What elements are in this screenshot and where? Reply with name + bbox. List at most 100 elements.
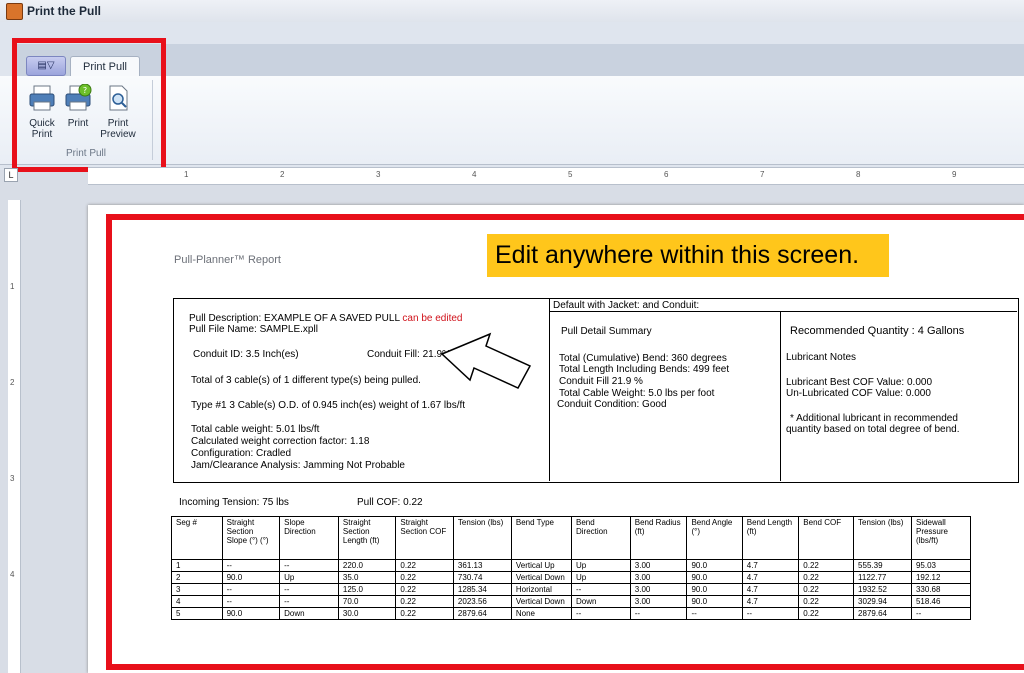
- table-cell[interactable]: 0.22: [798, 595, 855, 608]
- table-cell[interactable]: Down: [279, 607, 339, 620]
- table-cell[interactable]: --: [279, 583, 339, 596]
- table-cell[interactable]: 3.00: [629, 583, 688, 596]
- table-cell[interactable]: 2023.56: [452, 595, 512, 608]
- table-cell[interactable]: 90.0: [686, 571, 743, 584]
- unlubricated-cof[interactable]: Un-Lubricated COF Value: 0.000: [786, 388, 931, 399]
- table-cell[interactable]: 555.39: [853, 559, 912, 572]
- table-cell[interactable]: 0.22: [395, 583, 454, 596]
- table-cell[interactable]: 0.22: [798, 559, 855, 572]
- vertical-ruler[interactable]: 1 2 3 4: [8, 200, 21, 673]
- table-cell[interactable]: 0.22: [395, 595, 454, 608]
- table-cell[interactable]: Up: [279, 571, 339, 584]
- table-cell[interactable]: 70.0: [337, 595, 397, 608]
- horizontal-ruler[interactable]: 1 2 3 4 5 6 7 8 9: [88, 167, 1024, 185]
- table-row[interactable]: 3 -- -- 125.0 0.22 1285.34 Horizontal -- 3.00 90.…: [171, 583, 972, 596]
- table-cell[interactable]: --: [571, 583, 631, 596]
- table-cell[interactable]: Vertical Down: [510, 595, 573, 608]
- table-cell[interactable]: 35.0: [337, 571, 397, 584]
- table-cell[interactable]: 1: [171, 559, 223, 572]
- table-cell[interactable]: 192.12: [910, 571, 972, 584]
- jam-analysis[interactable]: Jam/Clearance Analysis: Jamming Not Prob…: [191, 460, 405, 471]
- table-row[interactable]: 5 90.0 Down 30.0 0.22 2879.64 None -- -- -- -- 0.22…: [171, 607, 972, 620]
- table-cell[interactable]: 3.00: [629, 559, 688, 572]
- detail-line[interactable]: Total Length Including Bends: 499 feet: [559, 364, 729, 375]
- table-cell[interactable]: 361.13: [452, 559, 512, 572]
- additional-note[interactable]: * Additional lubricant in recommended: [790, 413, 958, 424]
- table-cell[interactable]: --: [221, 583, 281, 596]
- table-cell[interactable]: 3029.94: [853, 595, 912, 608]
- default-header[interactable]: Default with Jacket: and Conduit:: [553, 300, 699, 311]
- table-cell[interactable]: --: [279, 559, 339, 572]
- table-cell[interactable]: 0.22: [395, 559, 454, 572]
- table-cell[interactable]: 90.0: [221, 607, 281, 620]
- table-cell[interactable]: 1932.52: [853, 583, 912, 596]
- table-cell[interactable]: 518.46: [910, 595, 972, 608]
- table-cell[interactable]: 2879.64: [452, 607, 512, 620]
- table-cell[interactable]: --: [221, 595, 281, 608]
- table-cell[interactable]: 4.7: [741, 595, 800, 608]
- table-cell[interactable]: --: [910, 607, 972, 620]
- table-cell[interactable]: 4.7: [741, 583, 800, 596]
- table-row[interactable]: 2 90.0 Up 35.0 0.22 730.74 Vertical Down Up 3.00…: [171, 571, 972, 584]
- table-cell[interactable]: 0.22: [798, 583, 855, 596]
- detail-line[interactable]: Total Cable Weight: 5.0 lbs per foot: [559, 388, 714, 399]
- ruler-tab-selector[interactable]: L: [4, 168, 18, 182]
- table-cell[interactable]: 0.22: [395, 607, 454, 620]
- table-cell[interactable]: 30.0: [337, 607, 397, 620]
- cable-type-1[interactable]: Type #1 3 Cable(s) O.D. of 0.945 inch(es…: [191, 400, 465, 411]
- table-cell[interactable]: 4.7: [741, 559, 800, 572]
- table-cell[interactable]: 2879.64: [853, 607, 912, 620]
- table-cell[interactable]: 5: [171, 607, 223, 620]
- table-cell[interactable]: 0.22: [798, 607, 855, 620]
- table-cell[interactable]: 90.0: [686, 559, 743, 572]
- table-row[interactable]: 4 -- -- 70.0 0.22 2023.56 Vertical Down Down 3.0…: [171, 595, 972, 608]
- table-cell[interactable]: Up: [571, 559, 631, 572]
- cables-being-pulled[interactable]: Total of 3 cable(s) of 1 different type(…: [191, 375, 421, 386]
- table-cell[interactable]: 1285.34: [452, 583, 512, 596]
- table-cell[interactable]: Up: [571, 571, 631, 584]
- table-cell[interactable]: --: [279, 595, 339, 608]
- pull-description[interactable]: Pull Description: EXAMPLE OF A SAVED PUL…: [189, 313, 462, 324]
- table-cell[interactable]: 90.0: [686, 583, 743, 596]
- table-cell[interactable]: Down: [571, 595, 631, 608]
- table-cell[interactable]: 4: [171, 595, 223, 608]
- incoming-tension[interactable]: Incoming Tension: 75 lbs: [179, 497, 289, 508]
- table-cell[interactable]: 90.0: [686, 595, 743, 608]
- total-cable-weight[interactable]: Total cable weight: 5.01 lbs/ft: [191, 424, 319, 435]
- best-cof[interactable]: Lubricant Best COF Value: 0.000: [786, 377, 932, 388]
- configuration[interactable]: Configuration: Cradled: [191, 448, 291, 459]
- table-cell[interactable]: Vertical Down: [510, 571, 573, 584]
- recommended-quantity[interactable]: Recommended Quantity : 4 Gallons: [790, 326, 964, 337]
- table-row[interactable]: 1 -- -- 220.0 0.22 361.13 Vertical Up Up 3.00 90.…: [171, 559, 972, 572]
- table-cell[interactable]: 330.68: [910, 583, 972, 596]
- pull-description-text[interactable]: Pull Description: EXAMPLE OF A SAVED PUL…: [189, 313, 400, 324]
- table-cell[interactable]: 3: [171, 583, 223, 596]
- table-cell[interactable]: --: [629, 607, 688, 620]
- lubricant-notes[interactable]: Lubricant Notes: [786, 352, 856, 363]
- detail-line[interactable]: Conduit Fill 21.9 %: [559, 376, 643, 387]
- table-cell[interactable]: 4.7: [741, 571, 800, 584]
- table-cell[interactable]: --: [686, 607, 743, 620]
- table-cell[interactable]: None: [510, 607, 573, 620]
- detail-line[interactable]: Total (Cumulative) Bend: 360 degrees: [559, 353, 727, 364]
- table-cell[interactable]: 125.0: [337, 583, 397, 596]
- table-cell[interactable]: 730.74: [452, 571, 512, 584]
- table-cell[interactable]: 0.22: [395, 571, 454, 584]
- pull-detail-title[interactable]: Pull Detail Summary: [561, 326, 652, 337]
- pull-cof[interactable]: Pull COF: 0.22: [357, 497, 423, 508]
- table-cell[interactable]: Vertical Up: [510, 559, 573, 572]
- table-cell[interactable]: --: [741, 607, 800, 620]
- table-cell[interactable]: --: [221, 559, 281, 572]
- conduit-id[interactable]: Conduit ID: 3.5 Inch(es): [193, 349, 299, 360]
- table-cell[interactable]: 90.0: [221, 571, 281, 584]
- table-cell[interactable]: 220.0: [337, 559, 397, 572]
- table-cell[interactable]: 3.00: [629, 571, 688, 584]
- table-cell[interactable]: --: [571, 607, 631, 620]
- weight-correction[interactable]: Calculated weight correction factor: 1.1…: [191, 436, 369, 447]
- detail-line[interactable]: Conduit Condition: Good: [557, 399, 667, 410]
- table-cell[interactable]: Horizontal: [510, 583, 573, 596]
- additional-note[interactable]: quantity based on total degree of bend.: [786, 424, 959, 435]
- pull-file-name[interactable]: Pull File Name: SAMPLE.xpll: [189, 324, 318, 335]
- table-cell[interactable]: 3.00: [629, 595, 688, 608]
- table-cell[interactable]: 95.03: [910, 559, 972, 572]
